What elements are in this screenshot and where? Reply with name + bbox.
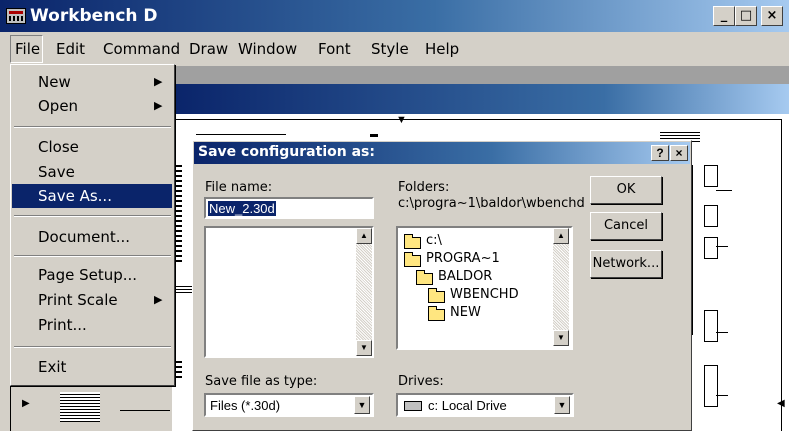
marker-icon: ▼ (396, 114, 407, 126)
menu-item-print-scale[interactable]: Print Scale ▶ (12, 288, 172, 312)
dialog-title: Save configuration as: (198, 144, 375, 160)
open-folder-icon (416, 270, 433, 285)
save-type-select[interactable]: Files (*.30d) ▼ (204, 393, 374, 417)
menu-file[interactable]: File (15, 40, 40, 58)
schematic-block (704, 310, 718, 342)
folder-tree[interactable]: c:\ PROGRA~1 BALDOR WBENCHD NEW ▲ ▼ (396, 226, 573, 350)
menu-item-close[interactable]: Close (12, 135, 172, 159)
drive-icon (404, 401, 422, 411)
folder-c-root[interactable]: c:\ (426, 233, 442, 248)
maximize-button[interactable]: □ (735, 6, 757, 26)
scroll-down-icon[interactable]: ▼ (356, 340, 372, 356)
open-folder-icon (428, 288, 445, 303)
menu-item-save-as[interactable]: Save As... (12, 184, 172, 208)
schematic-label (60, 392, 100, 422)
schematic-block (704, 365, 718, 407)
schematic-line (716, 190, 732, 191)
menu-separator (14, 215, 171, 217)
menu-item-document[interactable]: Document... (12, 225, 172, 249)
drives-value: c: Local Drive (428, 398, 507, 413)
menu-command[interactable]: Command (103, 40, 180, 58)
schematic-arrow: ◀ (777, 398, 785, 409)
schematic-line (692, 165, 693, 335)
menu-item-open[interactable]: Open ▶ (12, 94, 172, 118)
schematic-arrow: ▶ (22, 398, 30, 409)
schematic-block (704, 237, 718, 259)
chevron-down-icon[interactable]: ▼ (354, 396, 370, 414)
window-title: Workbench D (30, 6, 158, 26)
help-button[interactable]: ? (651, 145, 669, 161)
folder-icon (428, 306, 445, 321)
file-name-input[interactable]: New_2.30d (204, 197, 374, 219)
ok-button[interactable]: OK (590, 176, 662, 204)
file-name-value: New_2.30d (208, 201, 276, 216)
schematic-line (196, 134, 286, 135)
cancel-button[interactable]: Cancel (590, 212, 662, 240)
menu-item-exit[interactable]: Exit (12, 355, 172, 379)
menu-item-print[interactable]: Print... (12, 313, 172, 337)
menu-edit[interactable]: Edit (56, 40, 85, 58)
open-folder-icon (404, 234, 421, 249)
schematic-block (704, 205, 718, 227)
submenu-arrow-icon: ▶ (154, 99, 163, 112)
menu-font[interactable]: Font (318, 40, 351, 58)
submenu-arrow-icon: ▶ (154, 293, 163, 306)
drives-label: Drives: (398, 374, 444, 389)
menu-item-save[interactable]: Save (12, 160, 172, 184)
close-button[interactable]: × (761, 6, 783, 26)
file-list-scrollbar[interactable] (356, 228, 372, 356)
dialog-close-button[interactable]: × (670, 145, 688, 161)
minimize-button[interactable]: _ (713, 6, 735, 26)
chevron-down-icon[interactable]: ▼ (554, 396, 570, 414)
submenu-arrow-icon: ▶ (154, 75, 163, 88)
app-icon[interactable] (6, 8, 26, 24)
folder-progra[interactable]: PROGRA~1 (426, 251, 500, 266)
folder-new[interactable]: NEW (450, 305, 481, 320)
file-list[interactable]: ▲ ▼ (204, 226, 374, 358)
menu-draw[interactable]: Draw (189, 40, 228, 58)
scroll-up-icon[interactable]: ▲ (356, 228, 372, 244)
folders-path: c:\progra~1\baldor\wbenchd (398, 196, 585, 211)
drives-select[interactable]: c: Local Drive ▼ (396, 393, 574, 417)
schematic-pins (176, 358, 182, 378)
menu-style[interactable]: Style (371, 40, 409, 58)
schematic-line (370, 134, 378, 137)
schematic-line (716, 395, 728, 396)
menu-item-page-setup[interactable]: Page Setup... (12, 263, 172, 287)
schematic-pins (176, 162, 182, 262)
folders-label: Folders: (398, 180, 450, 195)
menu-item-new[interactable]: New ▶ (12, 70, 172, 94)
save-type-value: Files (*.30d) (210, 398, 281, 413)
file-menu: New ▶ Open ▶ Close Save Save As... Documen… (10, 64, 175, 386)
menu-window[interactable]: Window (238, 40, 297, 58)
folder-tree-scrollbar[interactable] (553, 228, 569, 346)
folder-wbenchd[interactable]: WBENCHD (450, 287, 519, 302)
schematic-block (704, 165, 718, 187)
scroll-up-icon[interactable]: ▲ (553, 228, 569, 244)
menu-separator (14, 346, 171, 348)
schematic-line (120, 410, 170, 411)
open-folder-icon (404, 252, 421, 267)
save-type-label: Save file as type: (205, 374, 318, 389)
document-title-bar (172, 84, 789, 114)
toolbar-strip (172, 66, 789, 84)
scroll-down-icon[interactable]: ▼ (553, 330, 569, 346)
file-name-label: File name: (205, 180, 273, 195)
menu-separator (14, 126, 171, 128)
menu-help[interactable]: Help (425, 40, 459, 58)
schematic-line (716, 332, 728, 333)
menu-separator (14, 255, 171, 257)
schematic-line (716, 246, 728, 247)
network-button[interactable]: Network... (590, 250, 662, 278)
folder-baldor[interactable]: BALDOR (438, 269, 492, 284)
